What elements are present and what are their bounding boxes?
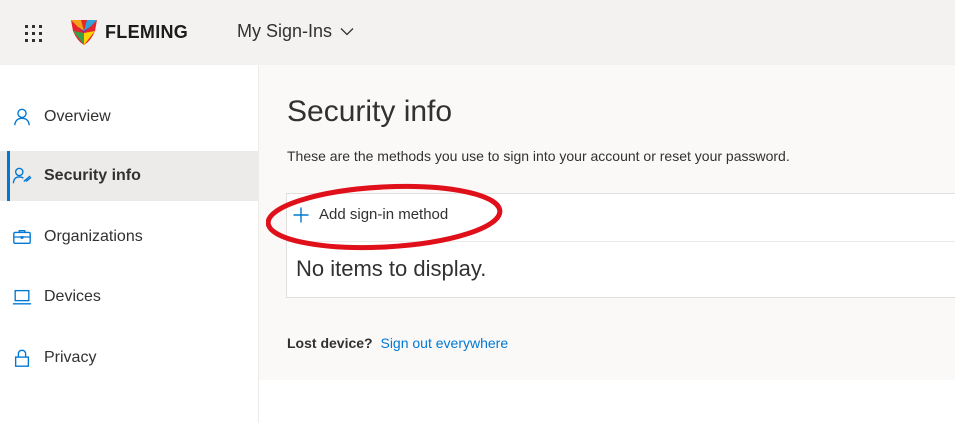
add-sign-in-method-label: Add sign-in method: [319, 206, 449, 223]
add-sign-in-method-button[interactable]: Add sign-in method: [293, 206, 448, 223]
page-description: These are the methods you use to sign in…: [287, 148, 790, 164]
top-header: FLEMING My Sign-Ins: [0, 0, 955, 65]
page-title: Security info: [287, 95, 453, 128]
main-content: Security info These are the methods you …: [259, 65, 955, 380]
lost-device-label: Lost device?: [287, 335, 373, 351]
sidebar-item-privacy[interactable]: Privacy: [0, 333, 258, 383]
brand-name: FLEMING: [105, 21, 189, 42]
app-switcher-dropdown[interactable]: My Sign-Ins: [237, 21, 354, 42]
briefcase-icon: [11, 226, 33, 248]
sidebar-item-label: Organizations: [44, 228, 143, 245]
sidebar-item-label: Overview: [44, 108, 111, 125]
brand-logo: FLEMING: [69, 17, 188, 47]
sidebar-item-label: Devices: [44, 288, 101, 305]
add-method-row: Add sign-in method: [287, 194, 955, 242]
sidebar-item-devices[interactable]: Devices: [0, 272, 258, 322]
sign-out-everywhere-link[interactable]: Sign out everywhere: [380, 335, 508, 351]
sidebar-item-security-info[interactable]: Security info: [0, 151, 258, 201]
sidebar-item-overview[interactable]: Overview: [0, 92, 258, 142]
app-launcher-icon[interactable]: [24, 24, 43, 43]
sidebar-item-organizations[interactable]: Organizations: [0, 212, 258, 262]
sidebar-item-label: Security info: [44, 167, 141, 184]
sidebar-nav: Overview Security info Organizations Dev…: [0, 65, 259, 423]
fleming-shield-icon: [71, 20, 97, 45]
security-person-icon: [11, 165, 33, 187]
app-name: My Sign-Ins: [237, 21, 333, 41]
plus-icon: [293, 207, 309, 222]
laptop-icon: [11, 286, 33, 308]
sign-in-methods-card: Add sign-in method No items to display.: [286, 193, 955, 298]
person-icon: [11, 106, 33, 128]
sidebar-item-label: Privacy: [44, 349, 97, 366]
lost-device-row: Lost device? Sign out everywhere: [287, 335, 508, 351]
lock-icon: [11, 347, 33, 369]
empty-state-text: No items to display.: [296, 256, 487, 281]
chevron-down-icon: [340, 28, 354, 36]
